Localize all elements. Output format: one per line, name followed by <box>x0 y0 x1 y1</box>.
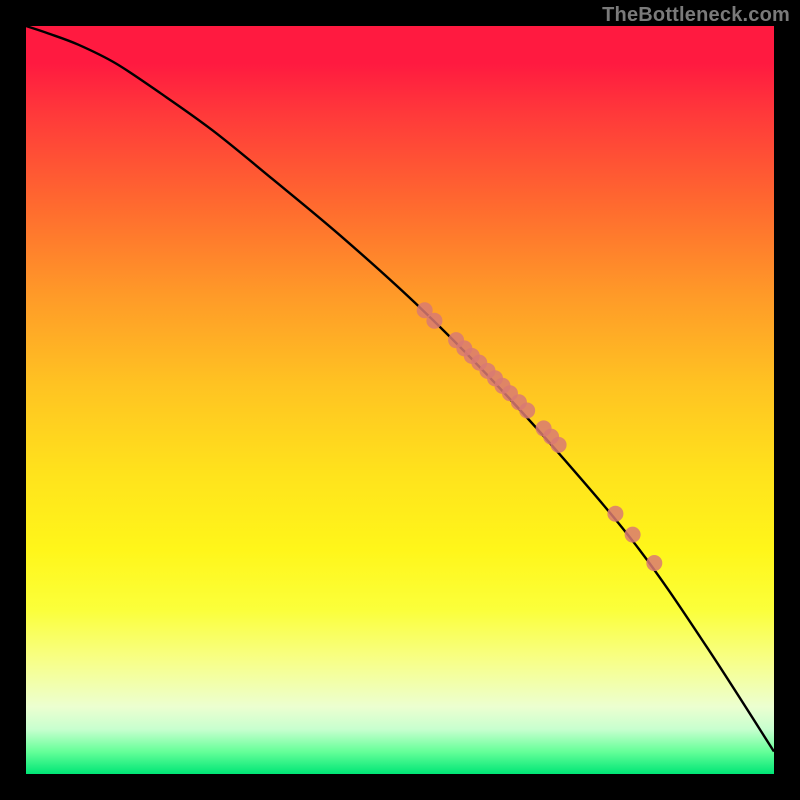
data-point <box>607 506 623 522</box>
plot-area <box>26 26 774 774</box>
bottleneck-curve <box>26 26 774 752</box>
data-point <box>519 402 535 418</box>
watermark-text: TheBottleneck.com <box>602 4 790 27</box>
chart-frame: TheBottleneck.com <box>0 0 800 800</box>
data-point <box>625 527 641 543</box>
data-point <box>646 555 662 571</box>
data-point <box>426 313 442 329</box>
curve-layer <box>26 26 774 774</box>
data-point <box>551 437 567 453</box>
